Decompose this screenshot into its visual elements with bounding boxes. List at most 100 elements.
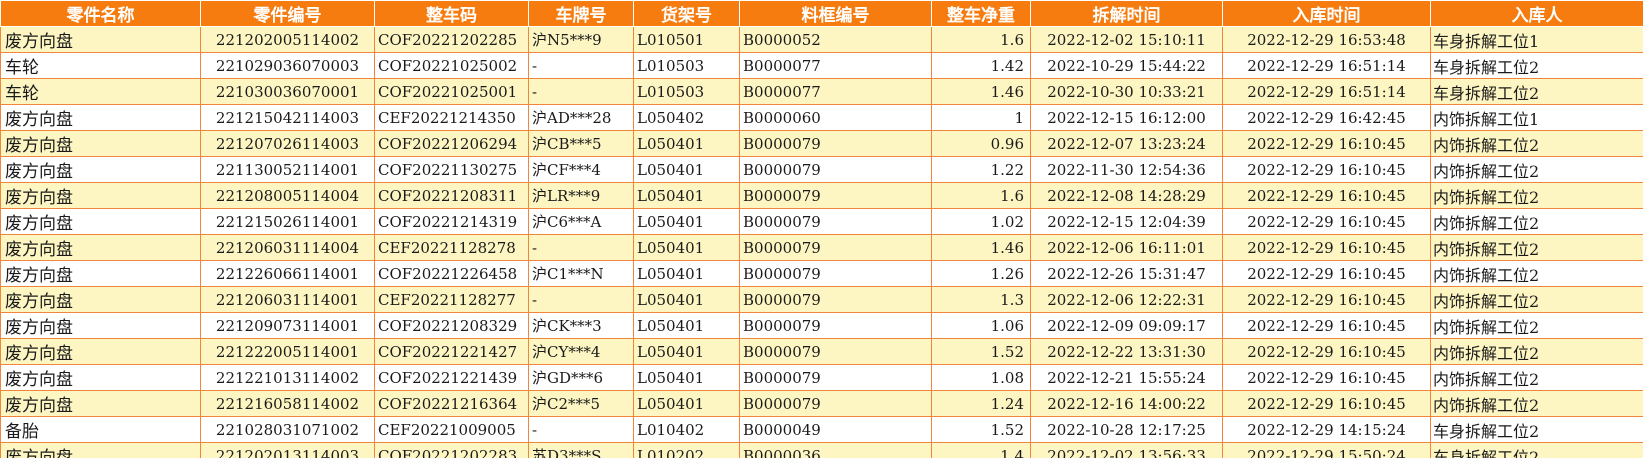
cell-bin-number[interactable]: B0000052 bbox=[739, 26, 932, 53]
cell-shelf-number[interactable]: L050401 bbox=[633, 260, 740, 287]
cell-part-number[interactable]: 221202005114002 bbox=[200, 26, 375, 53]
cell-vehicle-code[interactable]: COF20221202285 bbox=[374, 26, 529, 53]
cell-shelf-number[interactable]: L010503 bbox=[633, 78, 740, 105]
cell-net-weight[interactable]: 1.6 bbox=[931, 182, 1031, 209]
cell-stock-in-time[interactable]: 2022-12-29 16:42:45 bbox=[1222, 104, 1431, 131]
cell-part-number[interactable]: 221208005114004 bbox=[200, 182, 375, 209]
column-header-net-weight[interactable]: 整车净重 bbox=[931, 0, 1031, 27]
cell-vehicle-code[interactable]: COF20221221427 bbox=[374, 338, 529, 365]
cell-stock-in-time[interactable]: 2022-12-29 16:10:45 bbox=[1222, 130, 1431, 157]
cell-part-name[interactable]: 车轮 bbox=[0, 78, 201, 105]
column-header-stock-in-time[interactable]: 入库时间 bbox=[1222, 0, 1431, 27]
table-row[interactable]: 车轮 221030036070001 COF20221025001- L010503 B… bbox=[0, 78, 1643, 105]
table-row[interactable]: 废方向盘 221207026114003 COF20221206294 沪CB***5… bbox=[0, 130, 1643, 157]
cell-net-weight[interactable]: 1.02 bbox=[931, 208, 1031, 235]
cell-shelf-number[interactable]: L010501 bbox=[633, 26, 740, 53]
cell-bin-number[interactable]: B0000079 bbox=[739, 286, 932, 313]
cell-stock-in-time[interactable]: 2022-12-29 16:51:14 bbox=[1222, 52, 1431, 79]
cell-vehicle-code[interactable]: COF20221202283 bbox=[374, 442, 529, 458]
cell-part-number[interactable]: 221216058114002 bbox=[200, 390, 375, 417]
cell-shelf-number[interactable]: L050401 bbox=[633, 364, 740, 391]
cell-vehicle-code[interactable]: CEF20221009005 bbox=[374, 416, 529, 443]
cell-dismantle-time[interactable]: 2022-10-28 12:17:25 bbox=[1030, 416, 1223, 443]
cell-part-number[interactable]: 221215042114003 bbox=[200, 104, 375, 131]
cell-plate-number[interactable]: 沪C1***N bbox=[528, 260, 634, 287]
cell-dismantle-time[interactable]: 2022-12-15 16:12:00 bbox=[1030, 104, 1223, 131]
cell-vehicle-code[interactable]: COF20221216364 bbox=[374, 390, 529, 417]
cell-vehicle-code[interactable]: COF20221208329 bbox=[374, 312, 529, 339]
table-row[interactable]: 废方向盘 221222005114001 COF20221221427 沪CY***4… bbox=[0, 338, 1643, 365]
cell-part-number[interactable]: 221029036070003 bbox=[200, 52, 375, 79]
cell-stock-in-time[interactable]: 2022-12-29 16:51:14 bbox=[1222, 78, 1431, 105]
column-header-part-number[interactable]: 零件编号 bbox=[200, 0, 375, 27]
cell-bin-number[interactable]: B0000079 bbox=[739, 312, 932, 339]
cell-vehicle-code[interactable]: COF20221130275 bbox=[374, 156, 529, 183]
cell-dismantle-time[interactable]: 2022-10-30 10:33:21 bbox=[1030, 78, 1223, 105]
cell-shelf-number[interactable]: L050401 bbox=[633, 390, 740, 417]
cell-dismantle-time[interactable]: 2022-12-06 16:11:01 bbox=[1030, 234, 1223, 261]
cell-plate-number[interactable]: 沪LR***9 bbox=[528, 182, 634, 209]
cell-plate-number[interactable]: 沪CF***4 bbox=[528, 156, 634, 183]
cell-part-name[interactable]: 废方向盘 bbox=[0, 364, 201, 391]
cell-net-weight[interactable]: 1.24 bbox=[931, 390, 1031, 417]
cell-part-name[interactable]: 废方向盘 bbox=[0, 260, 201, 287]
cell-vehicle-code[interactable]: COF20221226458 bbox=[374, 260, 529, 287]
cell-part-name[interactable]: 车轮 bbox=[0, 52, 201, 79]
cell-shelf-number[interactable]: L050401 bbox=[633, 208, 740, 235]
cell-part-number[interactable]: 221206031114004 bbox=[200, 234, 375, 261]
cell-bin-number[interactable]: B0000049 bbox=[739, 416, 932, 443]
cell-stock-in-by[interactable]: 内饰拆解工位2 bbox=[1430, 208, 1643, 235]
cell-part-name[interactable]: 废方向盘 bbox=[0, 104, 201, 131]
cell-part-name[interactable]: 废方向盘 bbox=[0, 390, 201, 417]
cell-part-number[interactable]: 221030036070001 bbox=[200, 78, 375, 105]
cell-plate-number[interactable]: 沪CY***4 bbox=[528, 338, 634, 365]
cell-plate-number[interactable]: 沪C2***5 bbox=[528, 390, 634, 417]
cell-part-name[interactable]: 废方向盘 bbox=[0, 26, 201, 53]
cell-part-number[interactable]: 221130052114001 bbox=[200, 156, 375, 183]
cell-shelf-number[interactable]: L050401 bbox=[633, 312, 740, 339]
cell-part-name[interactable]: 废方向盘 bbox=[0, 182, 201, 209]
table-row[interactable]: 废方向盘 221208005114004 COF20221208311 沪LR***9… bbox=[0, 182, 1643, 209]
cell-bin-number[interactable]: B0000079 bbox=[739, 364, 932, 391]
cell-vehicle-code[interactable]: CEF20221214350 bbox=[374, 104, 529, 131]
cell-part-number[interactable]: 221221013114002 bbox=[200, 364, 375, 391]
cell-part-name[interactable]: 废方向盘 bbox=[0, 208, 201, 235]
cell-stock-in-by[interactable]: 车身拆解工位2 bbox=[1430, 78, 1643, 105]
cell-stock-in-time[interactable]: 2022-12-29 16:10:45 bbox=[1222, 364, 1431, 391]
cell-stock-in-time[interactable]: 2022-12-29 16:10:45 bbox=[1222, 208, 1431, 235]
cell-vehicle-code[interactable]: COF20221208311 bbox=[374, 182, 529, 209]
cell-part-number[interactable]: 221226066114001 bbox=[200, 260, 375, 287]
cell-shelf-number[interactable]: L010402 bbox=[633, 416, 740, 443]
cell-stock-in-by[interactable]: 内饰拆解工位2 bbox=[1430, 130, 1643, 157]
cell-stock-in-time[interactable]: 2022-12-29 16:53:48 bbox=[1222, 26, 1431, 53]
cell-part-number[interactable]: 221209073114001 bbox=[200, 312, 375, 339]
cell-stock-in-time[interactable]: 2022-12-29 16:10:45 bbox=[1222, 390, 1431, 417]
cell-dismantle-time[interactable]: 2022-12-22 13:31:30 bbox=[1030, 338, 1223, 365]
cell-net-weight[interactable]: 1.3 bbox=[931, 286, 1031, 313]
cell-bin-number[interactable]: B0000079 bbox=[739, 130, 932, 157]
table-row[interactable]: 废方向盘 221226066114001 COF20221226458 沪C1***N… bbox=[0, 260, 1643, 287]
cell-vehicle-code[interactable]: COF20221221439 bbox=[374, 364, 529, 391]
cell-part-name[interactable]: 废方向盘 bbox=[0, 234, 201, 261]
table-row[interactable]: 废方向盘 221130052114001 COF20221130275 沪CF***4… bbox=[0, 156, 1643, 183]
cell-stock-in-by[interactable]: 内饰拆解工位2 bbox=[1430, 182, 1643, 209]
cell-vehicle-code[interactable]: CEF20221128277 bbox=[374, 286, 529, 313]
table-row[interactable]: 废方向盘 221216058114002 COF20221216364 沪C2***5… bbox=[0, 390, 1643, 417]
cell-shelf-number[interactable]: L050401 bbox=[633, 234, 740, 261]
cell-dismantle-time[interactable]: 2022-12-08 14:28:29 bbox=[1030, 182, 1223, 209]
cell-plate-number[interactable]: 沪AD***28 bbox=[528, 104, 634, 131]
cell-net-weight[interactable]: 1.42 bbox=[931, 52, 1031, 79]
table-row[interactable]: 废方向盘 221202013114003 COF20221202283 苏D3***S… bbox=[0, 442, 1643, 458]
cell-plate-number[interactable]: - bbox=[528, 78, 634, 105]
table-row[interactable]: 废方向盘 221221013114002 COF20221221439 沪GD***6… bbox=[0, 364, 1643, 391]
cell-part-name[interactable]: 废方向盘 bbox=[0, 156, 201, 183]
cell-net-weight[interactable]: 1.52 bbox=[931, 416, 1031, 443]
cell-bin-number[interactable]: B0000079 bbox=[739, 260, 932, 287]
cell-part-number[interactable]: 221206031114001 bbox=[200, 286, 375, 313]
cell-dismantle-time[interactable]: 2022-12-02 13:56:33 bbox=[1030, 442, 1223, 458]
cell-bin-number[interactable]: B0000077 bbox=[739, 52, 932, 79]
cell-shelf-number[interactable]: L050401 bbox=[633, 338, 740, 365]
cell-shelf-number[interactable]: L010503 bbox=[633, 52, 740, 79]
cell-dismantle-time[interactable]: 2022-12-21 15:55:24 bbox=[1030, 364, 1223, 391]
column-header-shelf-number[interactable]: 货架号 bbox=[633, 0, 740, 27]
